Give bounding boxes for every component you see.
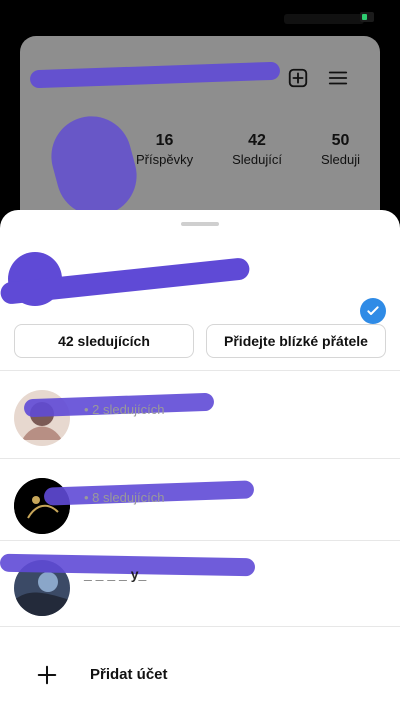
- divider: [0, 370, 400, 371]
- status-bar: [276, 8, 386, 28]
- plus-icon: [36, 664, 58, 686]
- check-circle-icon: [360, 298, 386, 324]
- stat-posts[interactable]: 16 Příspěvky: [136, 132, 193, 178]
- profile-stats: 16 Příspěvky 42 Sledující 50 Sleduji: [136, 132, 360, 178]
- account-text: • 8 sledujících: [84, 484, 164, 505]
- avatar-blur: [42, 107, 146, 225]
- profile-card-background: 16 Příspěvky 42 Sledující 50 Sleduji: [20, 36, 380, 226]
- account-actions: 42 sledujících Přidejte blízké přátele: [14, 324, 386, 358]
- profile-topbar: [36, 66, 364, 100]
- account-list-item[interactable]: • 2 sledujících: [0, 378, 400, 448]
- stat-label: Příspěvky: [136, 152, 194, 167]
- stat-following[interactable]: 50 Sleduji: [321, 132, 360, 178]
- add-account-label: Přidat účet: [90, 666, 168, 683]
- account-text: • 2 sledujících: [84, 396, 164, 417]
- add-square-icon[interactable]: [286, 66, 310, 90]
- stat-label: Sleduji: [320, 152, 360, 167]
- current-account-row[interactable]: [0, 242, 400, 324]
- followers-button[interactable]: 42 sledujících: [14, 324, 194, 358]
- account-switcher-sheet: 42 sledujících Přidejte blízké přátele •…: [0, 210, 400, 711]
- account-subtext: • 2 sledujících: [84, 402, 165, 417]
- account-name: _ _ _ _ y_: [84, 566, 147, 582]
- account-subtext: • 8 sledujících: [84, 490, 165, 505]
- stat-number: 50: [331, 132, 350, 149]
- divider: [0, 626, 400, 627]
- divider: [0, 458, 400, 459]
- divider: [0, 540, 400, 541]
- account-text: _ _ _ _ y_: [84, 566, 146, 588]
- menu-icon[interactable]: [326, 66, 350, 90]
- close-friends-button[interactable]: Přidejte blízké přátele: [206, 324, 386, 358]
- stat-number: 42: [248, 132, 266, 149]
- sheet-grabber[interactable]: [181, 222, 219, 226]
- stat-number: 16: [155, 132, 174, 149]
- stat-followers[interactable]: 42 Sledující: [232, 132, 282, 178]
- add-account-row[interactable]: Přidat účet: [0, 646, 400, 706]
- stat-label: Sledující: [232, 152, 282, 167]
- account-list-item[interactable]: _ _ _ _ y_: [0, 548, 400, 618]
- status-indicator: [284, 14, 364, 24]
- account-list-item[interactable]: • 8 sledujících: [0, 466, 400, 536]
- battery-icon: [360, 12, 374, 22]
